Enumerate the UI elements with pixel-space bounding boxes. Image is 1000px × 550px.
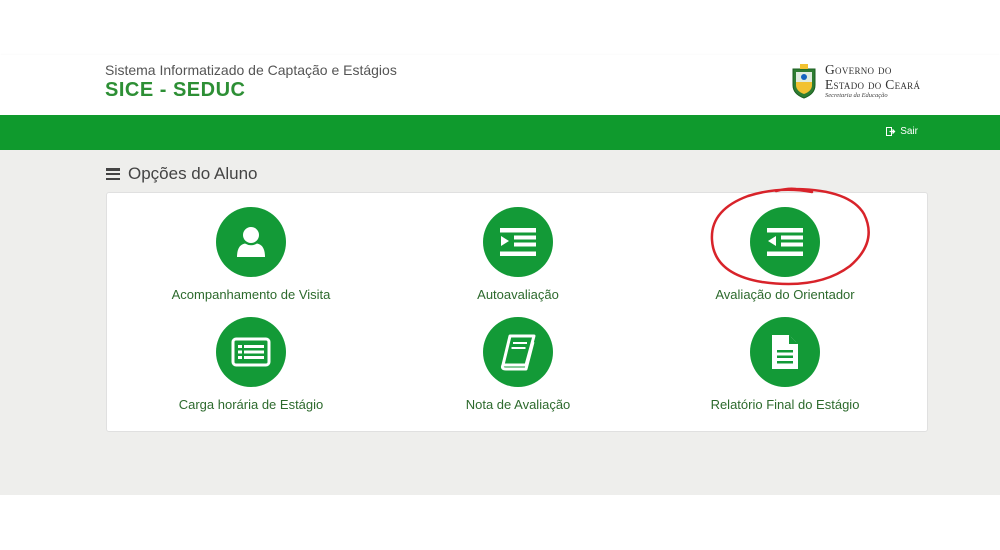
system-subtitle: Sistema Informatizado de Captação e Está… [105, 62, 397, 78]
option-label: Acompanhamento de Visita [171, 287, 331, 302]
option-label: Avaliação do Orientador [715, 287, 855, 302]
section-title-text: Opções do Aluno [128, 164, 258, 183]
file-text-icon [772, 335, 798, 369]
option-carga-horaria[interactable]: Carga horária de Estágio [114, 317, 388, 412]
option-label: Carga horária de Estágio [178, 397, 324, 412]
option-label: Relatório Final do Estágio [710, 397, 860, 412]
user-icon [237, 227, 265, 257]
header: Sistema Informatizado de Captação e Está… [0, 55, 1000, 115]
government-logo: Governo do Estado do Ceará Secretaria da… [790, 63, 920, 100]
indent-icon [500, 228, 536, 256]
gov-logo-line3: Secretaria da Educação [825, 92, 888, 99]
options-panel: Acompanhamento de Visita Autoavaliação A… [106, 192, 928, 432]
logout-button[interactable]: Sair [886, 126, 918, 137]
system-title[interactable]: SICE - SEDUC [105, 79, 245, 102]
option-icon-circle [750, 207, 820, 277]
option-label: Autoavaliação [477, 287, 559, 302]
bars-icon [106, 168, 120, 180]
state-crest-icon [792, 64, 816, 99]
option-autoavaliacao[interactable]: Autoavaliação [381, 207, 655, 302]
book-icon [500, 334, 536, 371]
government-logo-text: Governo do Estado do Ceará Secretaria da… [825, 63, 920, 100]
option-nota-avaliacao[interactable]: Nota de Avaliação [381, 317, 655, 412]
sign-out-icon [886, 127, 896, 136]
option-icon-circle [750, 317, 820, 387]
option-icon-circle [216, 317, 286, 387]
option-avaliacao-orientador[interactable]: Avaliação do Orientador [648, 207, 922, 302]
option-relatorio-final[interactable]: Relatório Final do Estágio [648, 317, 922, 412]
option-icon-circle [483, 207, 553, 277]
option-icon-circle [216, 207, 286, 277]
gov-logo-line1: Governo do [825, 62, 892, 77]
option-acompanhamento-visita[interactable]: Acompanhamento de Visita [114, 207, 388, 302]
logout-label: Sair [900, 126, 918, 137]
gov-logo-line2: Estado do Ceará [825, 76, 921, 92]
navbar: Sair [0, 115, 1000, 150]
option-label: Nota de Avaliação [465, 397, 571, 412]
page-background: Sistema Informatizado de Captação e Está… [0, 55, 1000, 495]
outdent-icon [767, 228, 803, 256]
list-alt-icon [231, 337, 271, 367]
section-title: Opções do Aluno [106, 164, 257, 184]
option-icon-circle [483, 317, 553, 387]
